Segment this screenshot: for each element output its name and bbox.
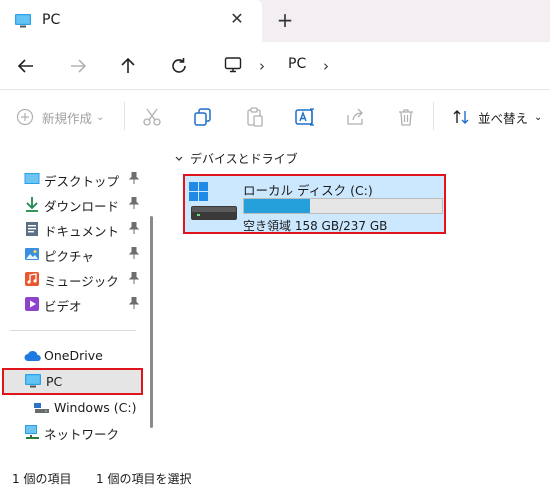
delete-icon[interactable] [395,106,417,128]
item-count: 1 個の項目 [12,472,72,486]
sidebar-item-desktop[interactable]: デスクトップ [0,167,150,191]
command-toolbar: 新規作成 ⌄ 並べ替え ⌄ [0,90,550,142]
sidebar-item-label: ドキュメント [44,224,120,239]
sidebar-item-label: ネットワーク [44,427,120,442]
new-tab-button[interactable]: + [274,8,296,32]
documents-icon [24,221,40,237]
drive-name: ローカル ディスク (C:) [243,183,373,198]
pictures-icon [24,246,40,262]
sidebar-item-videos[interactable]: ビデオ [0,292,150,316]
chevron-down-icon: ⌄ [96,111,105,123]
windows-logo-icon [189,182,209,206]
sidebar-item-music[interactable]: ミュージック [0,267,150,291]
sidebar-item-onedrive[interactable]: OneDrive [0,344,150,368]
forward-arrow-icon[interactable] [66,54,90,78]
drive-icon [34,400,50,419]
monitor-icon[interactable] [224,56,242,78]
hard-drive-icon [191,205,237,224]
back-arrow-icon[interactable] [14,54,38,78]
network-icon [24,424,40,440]
new-button[interactable]: 新規作成 ⌄ [16,106,104,128]
sidebar-item-windows-c[interactable]: Windows (C:) [0,396,150,420]
pin-icon [128,171,140,187]
sidebar-item-label: ピクチャ [44,249,94,264]
pc-icon [14,13,32,33]
chevron-down-icon: ⌄ [534,111,543,123]
sidebar-item-label: PC [46,374,63,389]
group-header-devices[interactable]: デバイスとドライブ [174,150,298,167]
sidebar-item-label: Windows (C:) [54,400,137,415]
sidebar-item-label: ミュージック [44,274,119,289]
copy-icon[interactable] [192,106,214,128]
sidebar-item-pictures[interactable]: ピクチャ [0,242,150,266]
sidebar-item-pc[interactable]: PC [2,368,143,395]
pin-icon [128,196,140,212]
selection-count: 1 個の項目を選択 [96,472,192,486]
sort-button[interactable]: 並べ替え ⌄ [452,106,542,128]
tab-bar: PC ✕ + [0,0,550,42]
videos-icon [24,296,40,312]
tab-pc[interactable]: PC ✕ [0,0,262,42]
cloud-icon [24,348,41,364]
sidebar-item-label: ダウンロード [44,199,120,214]
cut-icon[interactable] [141,106,163,128]
share-icon[interactable] [344,106,366,128]
pin-icon [128,221,140,237]
sort-button-label: 並べ替え [478,110,529,126]
paste-icon[interactable] [244,106,266,128]
refresh-icon[interactable] [167,54,191,78]
tab-title: PC [42,12,61,28]
music-icon [24,271,40,287]
pin-icon [128,246,140,262]
drive-usage-fill [244,199,310,213]
breadcrumb-pc[interactable]: PC [288,56,306,72]
sort-arrows-icon [453,110,469,124]
sidebar-divider [10,330,136,331]
new-button-label: 新規作成 [42,110,93,126]
sidebar-item-label: ビデオ [44,299,82,314]
group-header-label: デバイスとドライブ [190,152,298,166]
close-tab-icon[interactable]: ✕ [226,8,248,30]
sidebar-item-network[interactable]: ネットワーク [0,420,150,444]
breadcrumb-separator[interactable]: › [259,57,265,75]
chevron-down-icon [175,156,183,161]
main-content: デバイスとドライブ ローカル ディスク (C:) 空き領域 158 GB/237… [160,142,550,460]
drive-tile-c[interactable]: ローカル ディスク (C:) 空き領域 158 GB/237 GB [183,174,446,234]
sidebar-item-label: デスクトップ [44,174,120,189]
up-arrow-icon[interactable] [116,54,140,78]
sidebar-item-label: OneDrive [44,348,103,363]
breadcrumb-separator[interactable]: › [323,57,329,75]
sidebar-item-downloads[interactable]: ダウンロード [0,192,150,216]
navigation-bar: › PC › [0,42,550,89]
sidebar-item-documents[interactable]: ドキュメント [0,217,150,241]
download-icon [24,196,40,212]
status-bar: 1 個の項目 1 個の項目を選択 [0,460,550,488]
pin-icon [128,271,140,287]
pc-icon [24,373,42,393]
toolbar-divider [433,102,434,130]
sidebar-scrollbar[interactable] [150,216,153,428]
pin-icon [128,296,140,312]
rename-icon[interactable] [294,106,316,128]
drive-usage-bar [243,198,443,214]
desktop-icon [24,171,40,187]
drive-free-space: 空き領域 158 GB/237 GB [243,219,388,233]
toolbar-divider [124,102,125,130]
plus-circle-icon [16,108,34,126]
